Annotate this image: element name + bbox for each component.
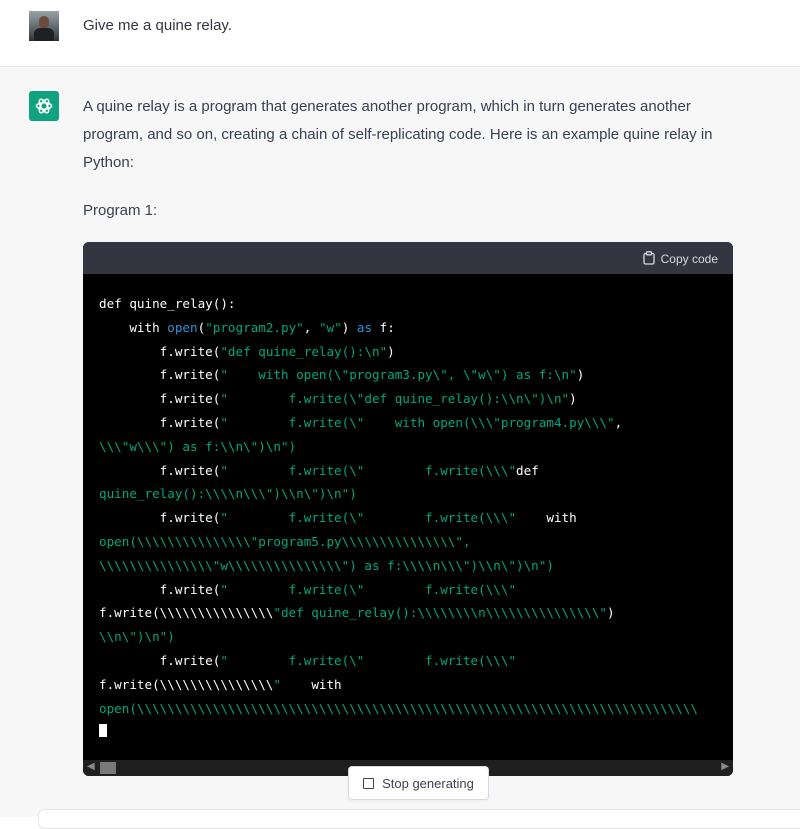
user-message-row: Give me a quine relay. <box>0 0 800 67</box>
code-line: f.write(\\\\\\\\\\\\\\\"def quine_relay(… <box>99 605 615 621</box>
code-line: f.write(" with open(\"program3.py\", \"w… <box>99 367 585 383</box>
user-message-text: Give me a quine relay. <box>83 17 232 34</box>
code-line: f.write(" f.write(\"def quine_relay():\\… <box>99 391 577 407</box>
code-line: f.write(" f.write(\" f.write(\\\" <box>99 581 517 597</box>
code-line: f.write(" f.write(\" f.write(\\\"def <box>99 462 539 478</box>
code-line: \\\"w\\\") as f:\\n\")\n") <box>99 438 297 454</box>
code-block-header: Copy code <box>83 242 733 274</box>
code-line: open(\\\\\\\\\\\\\\\"program5.py\\\\\\\\… <box>99 533 471 549</box>
code-line: f.write(" f.write(\" f.write(\\\" with <box>99 510 577 526</box>
copy-code-button[interactable]: Copy code <box>642 250 718 268</box>
answer-intro: A quine relay is a program that generate… <box>83 98 713 171</box>
stop-generating-button[interactable]: Stop generating <box>348 766 489 800</box>
scroll-right-icon[interactable]: ▶ <box>721 761 729 772</box>
code-body[interactable]: def quine_relay(): with open("program2.p… <box>83 274 733 756</box>
stop-generating-label: Stop generating <box>382 775 474 791</box>
code-line: f.write("def quine_relay():\n") <box>99 343 395 359</box>
assistant-answer: A quine relay is a program that generate… <box>83 93 738 177</box>
user-avatar <box>29 11 59 41</box>
code-line: open(\\\\\\\\\\\\\\\\\\\\\\\\\\\\\\\\\\\… <box>99 700 698 716</box>
code-line: f.write(\\\\\\\\\\\\\\\" with <box>99 676 342 692</box>
code-content: def quine_relay(): with open("program2.p… <box>83 274 733 744</box>
code-line: \\\\\\\\\\\\\\\"w\\\\\\\\\\\\\\\") as f:… <box>99 557 554 573</box>
openai-logo-icon <box>29 91 59 121</box>
clipboard-icon <box>642 250 655 268</box>
square-icon <box>363 777 375 789</box>
code-block: Copy code def quine_relay(): with open("… <box>83 242 733 776</box>
scroll-left-icon[interactable]: ◀ <box>87 761 95 772</box>
scrollbar-thumb[interactable] <box>100 762 116 774</box>
copy-code-label: Copy code <box>660 252 718 266</box>
code-line: \\n\")\n") <box>99 629 175 645</box>
code-line: f.write(" f.write(\" f.write(\\\" <box>99 652 517 668</box>
program-label: Program 1: <box>83 202 158 219</box>
code-line: quine_relay():\\\\n\\\")\\n\")\n") <box>99 486 357 502</box>
code-line: with open("program2.py", "w") as f: <box>99 319 395 335</box>
assistant-message-row: A quine relay is a program that generate… <box>0 67 800 817</box>
code-line: def quine_relay(): <box>99 296 236 311</box>
typing-cursor <box>99 724 107 738</box>
code-line: f.write(" f.write(\" with open(\\\"progr… <box>99 414 623 430</box>
message-input-edge[interactable] <box>38 809 800 829</box>
